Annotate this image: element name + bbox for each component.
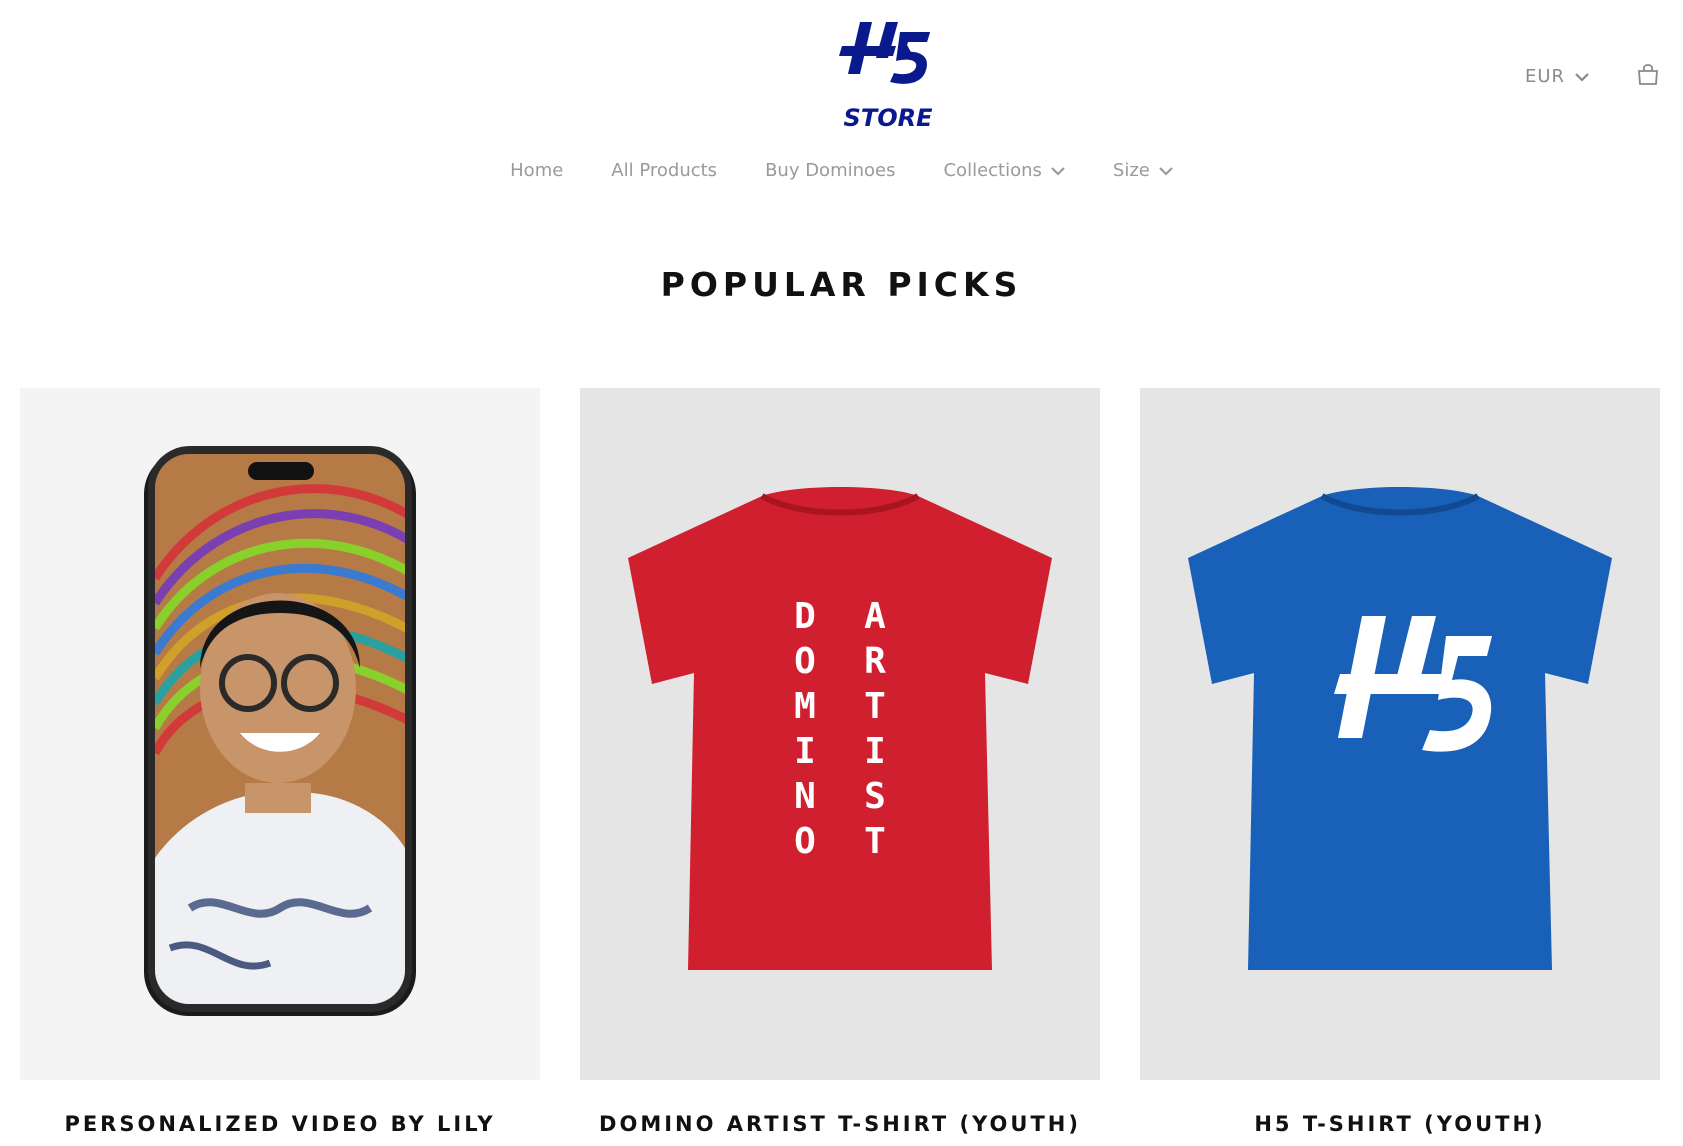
nav-size[interactable]: Size — [1113, 160, 1173, 181]
logo-text: STORE — [844, 104, 934, 132]
red-tshirt-photo: DOMINO ARTIST — [628, 487, 1052, 970]
nav-buy-dominoes[interactable]: Buy Dominoes — [765, 160, 895, 181]
product-card[interactable]: PERSONALIZED VIDEO BY LILY — [20, 388, 540, 1136]
blue-tshirt-photo — [1188, 487, 1612, 970]
svg-text:N: N — [794, 776, 816, 817]
product-image[interactable] — [1140, 388, 1660, 1080]
shopping-bag-icon — [1636, 64, 1660, 90]
svg-text:O: O — [794, 821, 816, 862]
product-grid: PERSONALIZED VIDEO BY LILY DOMINO ARTIST… — [20, 388, 1660, 1136]
chevron-down-icon — [1051, 160, 1065, 181]
product-image[interactable]: DOMINO ARTIST — [580, 388, 1100, 1080]
currency-selector[interactable]: EUR — [1525, 66, 1589, 87]
nav-collections[interactable]: Collections — [943, 160, 1065, 181]
svg-text:M: M — [794, 686, 816, 727]
svg-text:D: D — [794, 596, 816, 637]
smartphone-video-photo — [144, 446, 416, 1016]
nav-label: Buy Dominoes — [765, 160, 896, 181]
chevron-down-icon — [1159, 160, 1173, 181]
product-image[interactable] — [20, 388, 540, 1080]
section-title: POPULAR PICKS — [660, 265, 1023, 304]
svg-text:T: T — [864, 821, 886, 862]
currency-label: EUR — [1525, 66, 1566, 87]
cart-button[interactable] — [1636, 62, 1660, 90]
nav-label: Size — [1112, 160, 1150, 181]
product-card[interactable]: H5 T-SHIRT (YOUTH) — [1140, 388, 1660, 1136]
main-nav: Home All Products Buy Dominoes Collectio… — [0, 160, 1683, 181]
product-title[interactable]: DOMINO ARTIST T-SHIRT (YOUTH) — [580, 1112, 1100, 1136]
svg-text:S: S — [864, 776, 886, 817]
product-title[interactable]: PERSONALIZED VIDEO BY LILY — [20, 1112, 540, 1136]
nav-all-products[interactable]: All Products — [611, 160, 717, 181]
nav-label: All Products — [611, 160, 718, 181]
product-title[interactable]: H5 T-SHIRT (YOUTH) — [1140, 1112, 1660, 1136]
svg-text:T: T — [864, 686, 886, 727]
chevron-down-icon — [1575, 66, 1589, 87]
site-header: STORE EUR Home All Products Buy Dominoes… — [0, 0, 1683, 230]
nav-label: Collections — [943, 160, 1042, 181]
nav-label: Home — [510, 160, 564, 181]
svg-text:O: O — [794, 641, 816, 682]
svg-text:I: I — [794, 731, 816, 772]
product-card[interactable]: DOMINO ARTIST DOMINO ARTIST T-SHIRT (YOU… — [580, 388, 1100, 1136]
nav-home[interactable]: Home — [510, 160, 563, 181]
svg-text:A: A — [864, 596, 886, 637]
svg-text:I: I — [864, 731, 886, 772]
svg-text:R: R — [864, 641, 886, 682]
store-logo[interactable]: STORE — [838, 18, 938, 134]
